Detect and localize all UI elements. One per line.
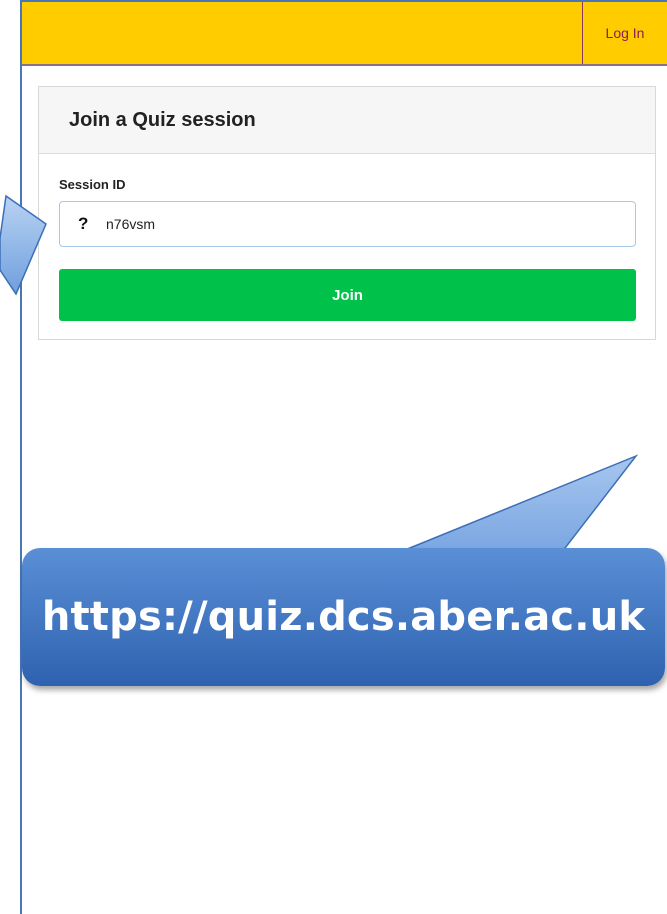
session-id-field[interactable]: ? [59, 201, 636, 247]
session-id-input[interactable] [104, 215, 588, 233]
question-icon: ? [78, 214, 89, 233]
join-session-card: Join a Quiz session Session ID ? Join [38, 86, 656, 340]
card-title: Join a Quiz session [39, 87, 655, 154]
browser-page: Log In Join a Quiz session Session ID ? … [20, 0, 667, 914]
join-button[interactable]: Join [59, 269, 636, 321]
session-id-label: Session ID [59, 177, 126, 192]
url-callout: https://quiz.dcs.aber.ac.uk [22, 548, 665, 686]
login-button[interactable]: Log In [582, 2, 667, 64]
top-navbar: Log In [22, 2, 667, 66]
